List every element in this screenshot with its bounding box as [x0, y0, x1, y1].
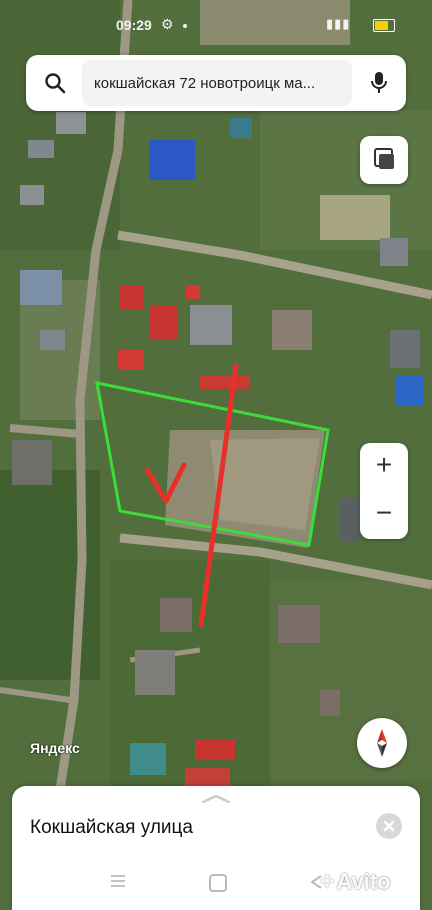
- zoom-out-button[interactable]: −: [360, 491, 408, 535]
- status-time: 09:29: [116, 17, 152, 33]
- layers-button[interactable]: [360, 136, 408, 184]
- zoom-controls: + −: [360, 443, 408, 539]
- home-icon[interactable]: [209, 874, 227, 892]
- compass-icon: [377, 729, 387, 757]
- zoom-in-button[interactable]: +: [360, 443, 408, 487]
- compass-button[interactable]: [357, 718, 407, 768]
- network-indicator: ▮▮▮: [326, 16, 350, 32]
- notification-dot-icon: [183, 24, 187, 28]
- gear-icon: ⚙: [161, 16, 174, 32]
- search-query: кокшайская 72 новотроицк ма...: [94, 75, 316, 92]
- signal-icon: ▮▮▮: [326, 16, 351, 31]
- search-bar: кокшайская 72 новотроицк ма...: [26, 55, 406, 111]
- close-icon: [383, 820, 395, 832]
- search-input[interactable]: кокшайская 72 новотроицк ма...: [82, 60, 352, 106]
- close-button[interactable]: [376, 813, 402, 839]
- battery-fill: [375, 21, 388, 30]
- watermark-text: Avito: [336, 869, 391, 894]
- layers-icon: [374, 148, 394, 169]
- menu-icon[interactable]: [110, 874, 126, 888]
- status-bar: 09:29 ⚙ ▮▮▮: [0, 0, 432, 48]
- avito-watermark: ⁘Avito: [318, 869, 391, 895]
- map-attribution: Яндекс: [30, 740, 80, 756]
- place-title: Кокшайская улица: [30, 817, 193, 838]
- avito-logo-icon: ⁘: [318, 869, 337, 894]
- search-icon[interactable]: [44, 72, 66, 94]
- battery-icon: [373, 19, 395, 32]
- screen: 09:29 ⚙ ▮▮▮ кокшайская 72 новотроицк ма.…: [0, 0, 432, 910]
- microphone-icon[interactable]: [368, 70, 390, 96]
- chevron-up-icon[interactable]: [201, 794, 231, 804]
